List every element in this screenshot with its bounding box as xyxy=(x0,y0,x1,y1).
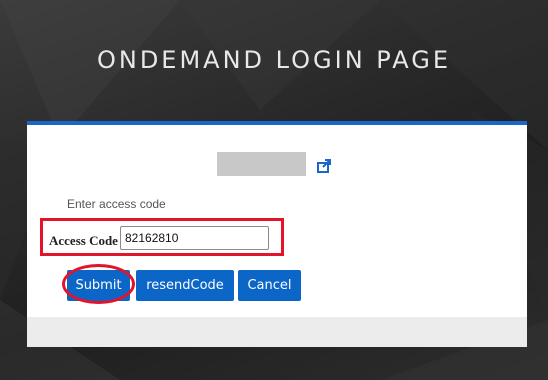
cancel-button[interactable]: Cancel xyxy=(238,270,301,301)
external-link-icon[interactable] xyxy=(316,158,332,174)
submit-button[interactable]: Submit xyxy=(67,270,130,301)
access-code-highlight: Access Code xyxy=(40,218,284,256)
resend-code-button[interactable]: resendCode xyxy=(136,270,234,301)
login-card: Enter access code Access Code Submit res… xyxy=(27,121,527,347)
card-footer xyxy=(27,317,527,347)
access-code-input[interactable] xyxy=(120,226,269,250)
logo-placeholder xyxy=(217,152,306,176)
instruction-text: Enter access code xyxy=(67,197,166,211)
page-title: ONDEMAND LOGIN PAGE xyxy=(96,46,452,75)
access-code-label: Access Code xyxy=(49,233,118,248)
